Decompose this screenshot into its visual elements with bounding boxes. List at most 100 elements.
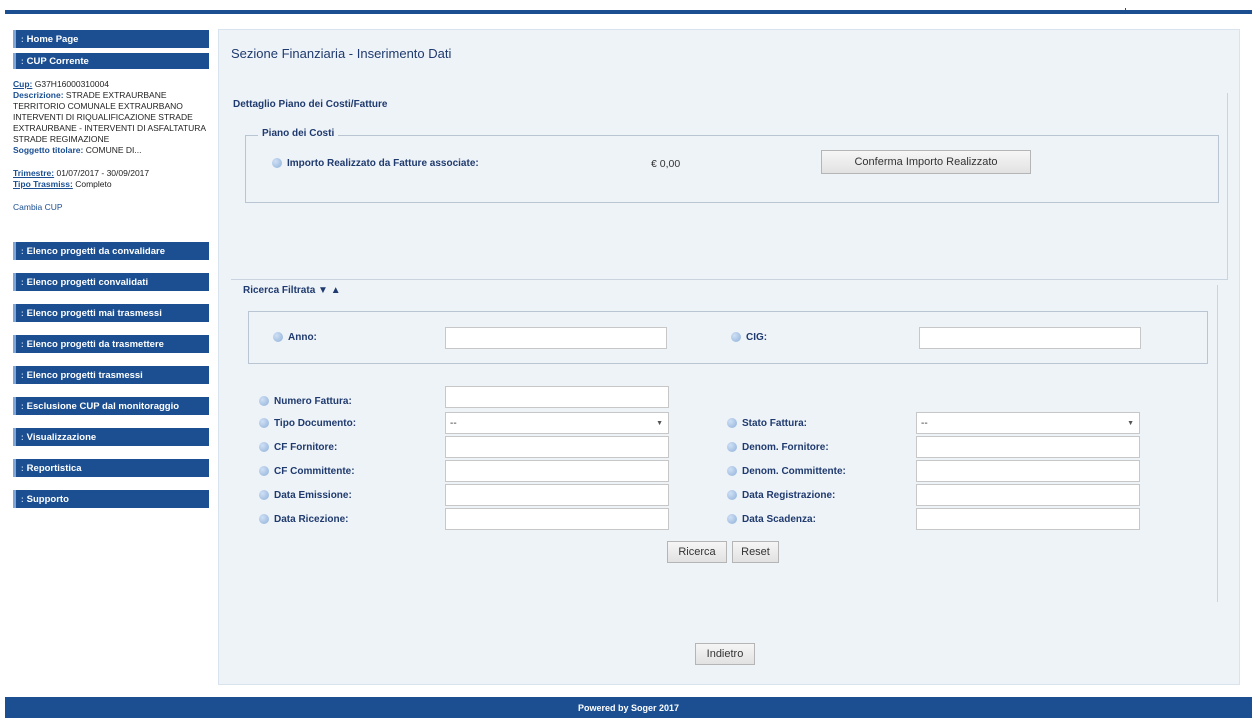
stato-fattura-select[interactable]: -- ▼	[916, 412, 1140, 434]
tipo-documento-label-row: Tipo Documento:	[259, 418, 356, 429]
sidebar-item-label: Esclusione CUP dal monitoraggio	[26, 400, 180, 412]
dettaglio-title: Dettaglio Piano dei Costi/Fatture	[233, 99, 388, 110]
data-registrazione-label: Data Registrazione:	[742, 490, 836, 501]
sidebar-item-mai-trasmessi[interactable]: : Elenco progetti mai trasmessi	[13, 304, 209, 322]
data-ricezione-label-row: Data Ricezione:	[259, 514, 348, 525]
data-emissione-label-row: Data Emissione:	[259, 490, 352, 501]
dettaglio-panel: Dettaglio Piano dei Costi/Fatture Piano …	[231, 93, 1228, 280]
ricerca-button[interactable]: Ricerca	[667, 541, 727, 563]
data-registrazione-input[interactable]	[916, 484, 1140, 506]
cup-info: Cup: G37H16000310004 Descrizione: STRADE…	[13, 79, 209, 190]
reset-button[interactable]: Reset	[732, 541, 779, 563]
ricerca-fieldset: Anno: CIG:	[248, 311, 1208, 364]
piano-costi-fieldset: Piano dei Costi Importo Realizzato da Fa…	[245, 128, 1219, 203]
piano-costi-legend: Piano dei Costi	[258, 128, 339, 139]
cambia-cup-link[interactable]: Cambia CUP	[13, 202, 209, 212]
info-dot-icon	[273, 332, 283, 343]
stato-fattura-value: --	[921, 417, 928, 429]
sidebar-item-label: Visualizzazione	[26, 431, 97, 443]
denom-fornitore-input[interactable]	[916, 436, 1140, 458]
tipo-trasmiss-label: Tipo Trasmiss:	[13, 179, 73, 189]
denom-committente-input[interactable]	[916, 460, 1140, 482]
denom-committente-label: Denom. Committente:	[742, 466, 846, 477]
sidebar-item-home[interactable]: : Home Page	[13, 30, 209, 48]
denom-committente-label-row: Denom. Committente:	[727, 466, 846, 477]
cf-fornitore-label: CF Fornitore:	[274, 442, 338, 453]
cf-committente-label-row: CF Committente:	[259, 466, 355, 477]
data-scadenza-input[interactable]	[916, 508, 1140, 530]
main-content: Sezione Finanziaria - Inserimento Dati D…	[218, 29, 1240, 685]
info-dot-icon	[727, 466, 737, 477]
anno-label: Anno:	[288, 332, 317, 343]
soggetto-label: Soggetto titolare:	[13, 145, 84, 155]
descrizione-label: Descrizione:	[13, 90, 64, 100]
sidebar-item-label: Elenco progetti convalidati	[26, 276, 149, 288]
soggetto-value: COMUNE DI...	[85, 145, 142, 155]
data-ricezione-input[interactable]	[445, 508, 669, 530]
importo-label: Importo Realizzato da Fatture associate:	[287, 158, 479, 169]
trimestre-label: Trimestre:	[13, 168, 55, 178]
sidebar-item-label: Home Page	[26, 33, 79, 45]
numero-fattura-input[interactable]	[445, 386, 669, 408]
dropdown-arrow-icon: ▼	[656, 419, 663, 427]
sidebar-item-convalidati[interactable]: : Elenco progetti convalidati	[13, 273, 209, 291]
conferma-importo-button[interactable]: Conferma Importo Realizzato	[821, 150, 1031, 174]
sidebar-item-label: Elenco progetti trasmessi	[26, 369, 143, 381]
cig-label: CIG:	[746, 332, 768, 343]
importo-label-row: Importo Realizzato da Fatture associate:	[272, 158, 479, 169]
cup-label: Cup:	[13, 79, 33, 89]
info-dot-icon	[259, 490, 269, 501]
data-registrazione-label-row: Data Registrazione:	[727, 490, 835, 501]
info-dot-icon	[727, 490, 737, 501]
tipo-documento-label: Tipo Documento:	[274, 418, 357, 429]
bullet-icon: :	[21, 339, 24, 349]
numero-fattura-label-row: Numero Fattura:	[259, 396, 352, 407]
cig-input[interactable]	[919, 327, 1141, 349]
bullet-icon: :	[21, 246, 24, 256]
page-title: Sezione Finanziaria - Inserimento Dati	[231, 46, 452, 61]
cup-value: G37H16000310004	[34, 79, 109, 89]
bullet-icon: :	[21, 432, 24, 442]
sidebar-item-reportistica[interactable]: : Reportistica	[13, 459, 209, 477]
sidebar-item-trasmessi[interactable]: : Elenco progetti trasmessi	[13, 366, 209, 384]
sidebar-item-supporto[interactable]: : Supporto	[13, 490, 209, 508]
sidebar-item-cup-corrente[interactable]: : CUP Corrente	[13, 53, 209, 69]
sidebar-item-label: Elenco progetti da convalidare	[26, 245, 165, 257]
tipo-documento-value: --	[450, 417, 457, 429]
sidebar-item-da-trasmettere[interactable]: : Elenco progetti da trasmettere	[13, 335, 209, 353]
sidebar-item-label: Elenco progetti da trasmettere	[26, 338, 164, 350]
info-dot-icon	[259, 418, 269, 429]
trimestre-value: 01/07/2017 - 30/09/2017	[56, 168, 150, 178]
bullet-icon: :	[21, 56, 24, 66]
indietro-button[interactable]: Indietro	[695, 643, 755, 665]
data-scadenza-label-row: Data Scadenza:	[727, 514, 816, 525]
tipo-documento-select[interactable]: -- ▼	[445, 412, 669, 434]
info-dot-icon	[731, 332, 741, 343]
ricerca-title[interactable]: Ricerca Filtrata ▼ ▲	[243, 285, 341, 296]
top-bar	[0, 0, 1257, 14]
sidebar-item-da-convalidare[interactable]: : Elenco progetti da convalidare	[13, 242, 209, 260]
bullet-icon: :	[21, 463, 24, 473]
bullet-icon: :	[21, 277, 24, 287]
top-bar-line	[5, 10, 1252, 14]
denom-fornitore-label: Denom. Fornitore:	[742, 442, 829, 453]
bullet-icon: :	[21, 494, 24, 504]
sidebar-item-esclusione-cup[interactable]: : Esclusione CUP dal monitoraggio	[13, 397, 209, 415]
info-dot-icon	[259, 396, 269, 407]
data-emissione-input[interactable]	[445, 484, 669, 506]
data-emissione-label: Data Emissione:	[274, 490, 352, 501]
data-ricezione-label: Data Ricezione:	[274, 514, 349, 525]
numero-fattura-label: Numero Fattura:	[274, 396, 352, 407]
info-dot-icon	[259, 466, 269, 477]
anno-input[interactable]	[445, 327, 667, 349]
sidebar-item-visualizzazione[interactable]: : Visualizzazione	[13, 428, 209, 446]
info-dot-icon	[259, 514, 269, 525]
sidebar-nav-list: : Elenco progetti da convalidare : Elenco …	[13, 242, 209, 508]
ricerca-panel: Ricerca Filtrata ▼ ▲ Anno: CIG: Numero F…	[231, 285, 1218, 602]
sidebar: : Home Page : CUP Corrente Cup: G37H160003…	[13, 30, 209, 508]
importo-value: € 0,00	[651, 158, 681, 170]
cf-fornitore-input[interactable]	[445, 436, 669, 458]
info-dot-icon	[727, 442, 737, 453]
data-scadenza-label: Data Scadenza:	[742, 514, 816, 525]
cf-committente-input[interactable]	[445, 460, 669, 482]
